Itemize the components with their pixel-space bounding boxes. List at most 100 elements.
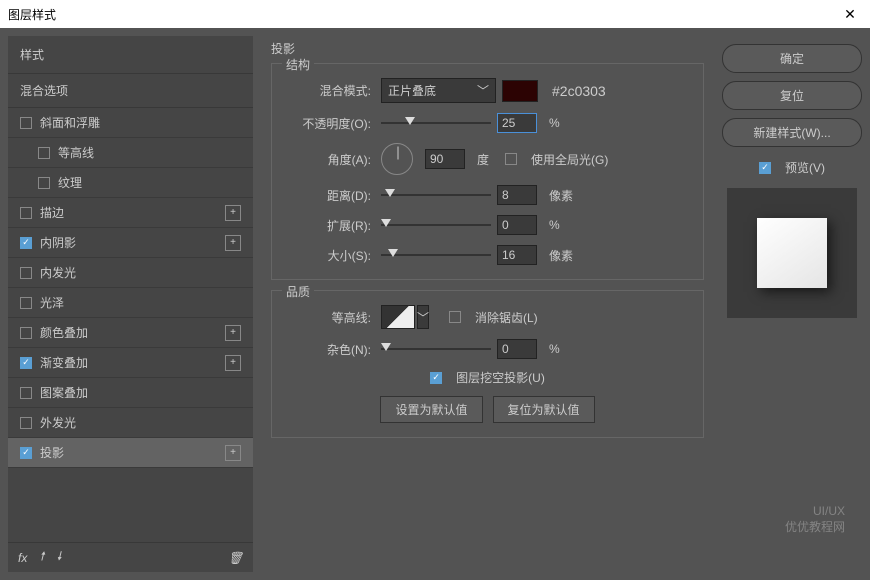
add-effect-icon[interactable]: +	[225, 325, 241, 341]
noise-unit: %	[549, 342, 560, 356]
spread-unit: %	[549, 218, 560, 232]
effect-checkbox[interactable]	[20, 117, 32, 129]
size-label: 大小(S):	[286, 247, 371, 264]
effect-checkbox[interactable]	[20, 267, 32, 279]
antialias-checkbox[interactable]	[449, 311, 461, 323]
effect-item-11[interactable]: 投影 +	[8, 438, 253, 468]
effect-label: 颜色叠加	[40, 324, 88, 341]
effect-item-6[interactable]: 光泽	[8, 288, 253, 318]
effect-checkbox[interactable]	[20, 327, 32, 339]
effect-label: 斜面和浮雕	[40, 114, 100, 131]
blend-mode-label: 混合模式:	[286, 82, 371, 99]
spread-input[interactable]: 0	[497, 215, 537, 235]
angle-degree: 度	[477, 151, 489, 168]
add-effect-icon[interactable]: +	[225, 205, 241, 221]
effect-label: 投影	[40, 444, 64, 461]
structure-legend: 结构	[282, 56, 314, 73]
effect-checkbox[interactable]	[20, 297, 32, 309]
shadow-color-swatch[interactable]	[502, 80, 538, 102]
reset-default-button[interactable]: 复位为默认值	[493, 396, 595, 423]
dialog-title: 图层样式	[8, 6, 56, 23]
distance-slider[interactable]	[381, 187, 491, 203]
effect-checkbox[interactable]	[20, 237, 32, 249]
opacity-input[interactable]: 25	[497, 113, 537, 133]
opacity-slider[interactable]	[381, 115, 491, 131]
effect-checkbox[interactable]	[20, 207, 32, 219]
fx-icon[interactable]: fx	[18, 551, 27, 565]
chevron-down-icon: ﹀	[477, 82, 489, 99]
cancel-button[interactable]: 复位	[722, 81, 862, 110]
opacity-label: 不透明度(O):	[286, 115, 371, 132]
new-style-button[interactable]: 新建样式(W)...	[722, 118, 862, 147]
preview-checkbox[interactable]	[759, 162, 771, 174]
close-icon[interactable]: ✕	[838, 2, 862, 26]
structure-group: 结构 混合模式: 正片叠底 ﹀ #2c0303 不透明度(O): 25 % 角度…	[271, 63, 704, 280]
effect-label: 渐变叠加	[40, 354, 88, 371]
angle-label: 角度(A):	[286, 151, 371, 168]
effect-checkbox[interactable]	[38, 147, 50, 159]
contour-label: 等高线:	[286, 309, 371, 326]
effect-label: 纹理	[58, 174, 82, 191]
knockout-label: 图层挖空投影(U)	[456, 369, 545, 386]
effect-item-0[interactable]: 斜面和浮雕	[8, 108, 253, 138]
trash-icon[interactable]: 🗑	[228, 551, 243, 565]
panel-footer: fx 🠕 🠗 🗑	[8, 542, 253, 572]
styles-header[interactable]: 样式	[8, 36, 253, 74]
add-effect-icon[interactable]: +	[225, 445, 241, 461]
distance-label: 距离(D):	[286, 187, 371, 204]
effect-item-4[interactable]: 内阴影 +	[8, 228, 253, 258]
effect-item-7[interactable]: 颜色叠加 +	[8, 318, 253, 348]
blend-mode-select[interactable]: 正片叠底 ﹀	[381, 78, 496, 103]
quality-legend: 品质	[282, 283, 314, 300]
chevron-down-icon[interactable]: ﹀	[417, 305, 429, 329]
effect-checkbox[interactable]	[38, 177, 50, 189]
distance-unit: 像素	[549, 187, 573, 204]
effect-heading: 投影	[271, 40, 704, 57]
effect-item-9[interactable]: 图案叠加	[8, 378, 253, 408]
knockout-checkbox[interactable]	[430, 372, 442, 384]
size-input[interactable]: 16	[497, 245, 537, 265]
effect-item-1[interactable]: 等高线	[8, 138, 253, 168]
set-default-button[interactable]: 设置为默认值	[380, 396, 482, 423]
antialias-label: 消除锯齿(L)	[475, 309, 538, 326]
effect-checkbox[interactable]	[20, 447, 32, 459]
effect-label: 图案叠加	[40, 384, 88, 401]
effect-item-8[interactable]: 渐变叠加 +	[8, 348, 253, 378]
effect-label: 外发光	[40, 414, 76, 431]
size-slider[interactable]	[381, 247, 491, 263]
opacity-unit: %	[549, 116, 560, 130]
noise-slider[interactable]	[381, 341, 491, 357]
watermark: UI/UX 优优教程网	[785, 504, 845, 535]
spread-slider[interactable]	[381, 217, 491, 233]
distance-input[interactable]: 8	[497, 185, 537, 205]
effect-item-3[interactable]: 描边 +	[8, 198, 253, 228]
global-light-checkbox[interactable]	[505, 153, 517, 165]
arrow-down-icon[interactable]: 🠗	[57, 547, 62, 568]
effect-checkbox[interactable]	[20, 387, 32, 399]
noise-input[interactable]: 0	[497, 339, 537, 359]
effect-label: 内阴影	[40, 234, 76, 251]
arrow-up-icon[interactable]: 🠕	[39, 547, 44, 568]
effect-item-10[interactable]: 外发光	[8, 408, 253, 438]
spread-label: 扩展(R):	[286, 217, 371, 234]
blending-options[interactable]: 混合选项	[8, 74, 253, 108]
preview-thumbnail	[727, 188, 857, 318]
effect-item-5[interactable]: 内发光	[8, 258, 253, 288]
effect-checkbox[interactable]	[20, 417, 32, 429]
color-hex: #2c0303	[552, 83, 606, 99]
angle-input[interactable]: 90	[425, 149, 465, 169]
angle-dial[interactable]	[381, 143, 413, 175]
effect-label: 等高线	[58, 144, 94, 161]
add-effect-icon[interactable]: +	[225, 235, 241, 251]
size-unit: 像素	[549, 247, 573, 264]
preview-label: 预览(V)	[785, 159, 825, 176]
effect-item-2[interactable]: 纹理	[8, 168, 253, 198]
effect-label: 描边	[40, 204, 64, 221]
ok-button[interactable]: 确定	[722, 44, 862, 73]
global-light-label: 使用全局光(G)	[531, 151, 608, 168]
contour-picker[interactable]	[381, 305, 415, 329]
effect-checkbox[interactable]	[20, 357, 32, 369]
title-bar: 图层样式 ✕	[0, 0, 870, 28]
quality-group: 品质 等高线: ﹀ 消除锯齿(L) 杂色(N): 0 % 图层挖空投影(U)	[271, 290, 704, 438]
add-effect-icon[interactable]: +	[225, 355, 241, 371]
